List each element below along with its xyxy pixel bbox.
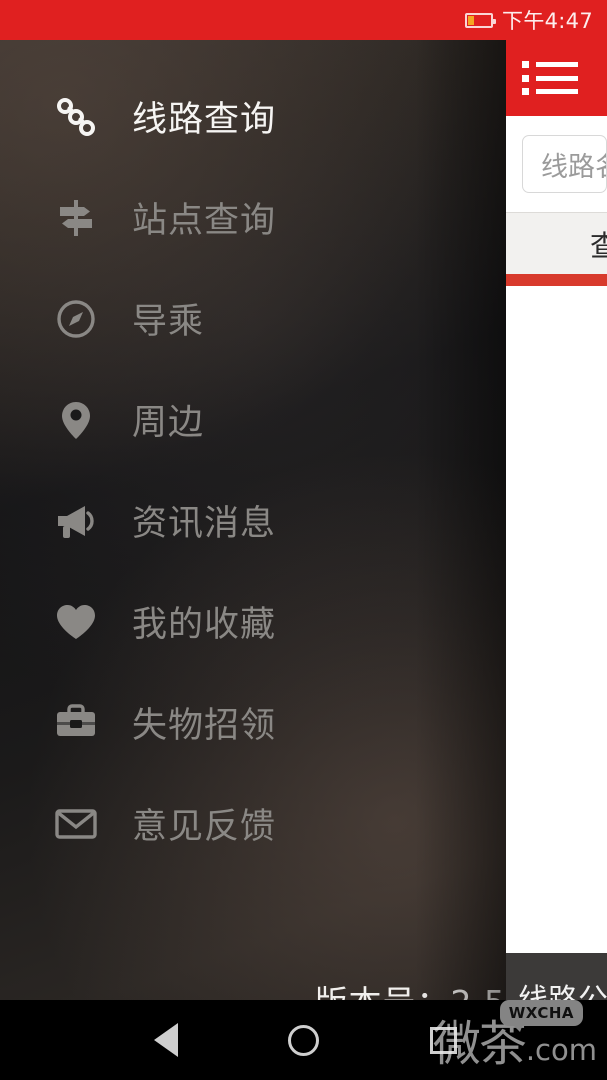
drawer-item-3[interactable]: 导乘 [0, 268, 506, 369]
drawer-item-7[interactable]: 失物招领 [0, 672, 506, 773]
list-line [536, 89, 578, 94]
drawer-item-label: 失物招领 [132, 706, 277, 746]
signpost-icon [48, 190, 104, 246]
triangle-shape [154, 1023, 178, 1057]
drawer-item-4[interactable]: 周边 [0, 369, 506, 470]
back-triangle-icon[interactable] [118, 1000, 214, 1080]
drawer-item-label: 站点查询 [132, 201, 277, 241]
battery-fill [468, 15, 475, 25]
android-nav-bar [0, 1000, 607, 1080]
drawer-item-6[interactable]: 我的收藏 [0, 571, 506, 672]
drawer-item-5[interactable]: 资讯消息 [0, 470, 506, 571]
megaphone-icon [48, 493, 104, 549]
route-nodes-icon [48, 89, 104, 145]
circle-shape [287, 1024, 319, 1056]
drawer-item-label: 意见反馈 [132, 807, 277, 847]
home-circle-icon[interactable] [255, 1000, 351, 1080]
list-menu-icon[interactable] [522, 57, 584, 99]
list-bullet [522, 74, 529, 82]
status-bar: 下午4:47 [0, 0, 607, 40]
list-line [536, 62, 578, 67]
list-row [522, 61, 584, 68]
navigation-drawer: 线路查询 站点查询 导乘 周边 资讯消息 我的收藏 失物招领 意见反馈 版本号：… [0, 40, 506, 1040]
status-bar-clock: 下午4:47 [502, 9, 593, 33]
drawer-menu: 线路查询 站点查询 导乘 周边 资讯消息 我的收藏 失物招领 意见反馈 [0, 66, 506, 874]
square-shape [429, 1026, 457, 1054]
drawer-item-1[interactable]: 线路查询 [0, 66, 506, 167]
list-row [522, 88, 584, 95]
list-bullet [522, 88, 529, 95]
drawer-item-label: 我的收藏 [132, 605, 277, 645]
phone-screen: 线路名 查 线路公 线路查询 站点查询 导乘 周边 [0, 0, 607, 1080]
list-line [536, 75, 578, 81]
drawer-item-2[interactable]: 站点查询 [0, 167, 506, 268]
search-input[interactable]: 线路名 [522, 135, 607, 193]
map-pin-icon [48, 392, 104, 448]
envelope-icon [48, 796, 104, 852]
drawer-item-8[interactable]: 意见反馈 [0, 773, 506, 874]
battery-low-icon [465, 12, 497, 28]
drawer-item-label: 周边 [132, 403, 205, 443]
drawer-item-label: 资讯消息 [132, 504, 277, 544]
drawer-item-label: 线路查询 [132, 100, 277, 140]
panel-subbar-text: 查 [590, 228, 607, 263]
list-row [522, 74, 584, 82]
recents-square-icon[interactable] [395, 1000, 491, 1080]
list-bullet [522, 61, 529, 68]
drawer-item-label: 导乘 [132, 302, 205, 342]
compass-icon [48, 291, 104, 347]
briefcase-icon [48, 695, 104, 751]
heart-icon [48, 594, 104, 650]
